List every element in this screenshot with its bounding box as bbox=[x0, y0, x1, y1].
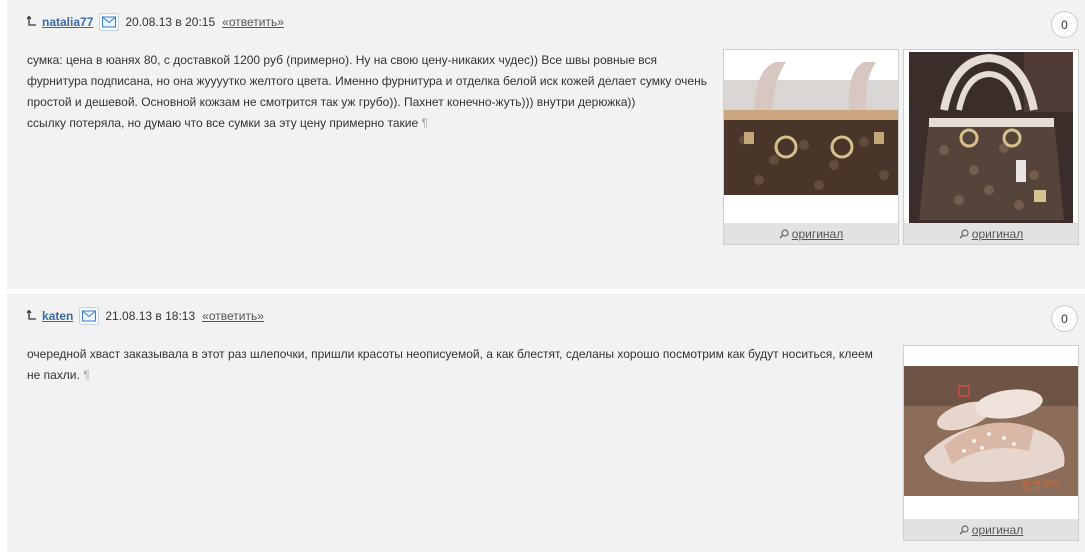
photo-timestamp: 20.08.2013 13:57 bbox=[1022, 480, 1059, 494]
mail-icon[interactable] bbox=[99, 13, 120, 31]
comment-date: 20.08.13 в 20:15 bbox=[125, 15, 216, 29]
text-line: не пахли. ¶ bbox=[27, 368, 90, 382]
comment-header: katen 21.08.13 в 18:13 «ответить» bbox=[27, 306, 264, 326]
reply-arrow-icon bbox=[27, 16, 36, 26]
image-thumbnail[interactable]: оригинал bbox=[903, 49, 1079, 245]
text-line: очередной хваст заказывала в этот раз шл… bbox=[27, 347, 873, 361]
pilcrow: ¶ bbox=[421, 116, 428, 130]
sandals-photo[interactable]: 20.08.2013 13:57 bbox=[904, 346, 1078, 519]
reply-link[interactable]: «ответить» bbox=[222, 15, 284, 29]
mail-icon[interactable] bbox=[79, 307, 100, 325]
username-link[interactable]: katen bbox=[42, 309, 73, 323]
original-link[interactable]: оригинал bbox=[904, 519, 1078, 540]
score-badge[interactable]: 0 bbox=[1051, 11, 1078, 38]
username-link[interactable]: natalia77 bbox=[42, 15, 93, 29]
comment-header: natalia77 20.08.13 в 20:15 «ответить» bbox=[27, 12, 284, 32]
original-link[interactable]: оригинал bbox=[904, 223, 1078, 244]
pilcrow: ¶ bbox=[83, 368, 90, 382]
comment-text: очередной хваст заказывала в этот раз шл… bbox=[27, 344, 902, 386]
reply-arrow-icon bbox=[27, 310, 36, 320]
original-link[interactable]: оригинал bbox=[724, 223, 898, 244]
handbag-full-photo[interactable] bbox=[904, 50, 1078, 223]
comment-text: сумка: цена в юанях 80, с доставкой 1200… bbox=[27, 50, 717, 134]
original-label[interactable]: оригинал bbox=[792, 227, 843, 241]
image-thumbnail[interactable]: оригинал bbox=[723, 49, 899, 245]
magnifier-icon bbox=[959, 524, 969, 534]
text-line: сумка: цена в юанях 80, с доставкой 1200… bbox=[27, 53, 658, 67]
text-line: простой и дешевой. Основной кожзам не см… bbox=[27, 95, 636, 109]
handbag-closeup-photo[interactable] bbox=[724, 50, 898, 223]
magnifier-icon bbox=[959, 228, 969, 238]
image-thumbnail[interactable]: 20.08.2013 13:57 оригинал bbox=[903, 345, 1079, 541]
text-line: фурнитура подписана, но она жуууутко жел… bbox=[27, 74, 707, 88]
comment: natalia77 20.08.13 в 20:15 «ответить» 0 … bbox=[7, 0, 1085, 289]
magnifier-icon bbox=[779, 228, 789, 238]
text-line: ссылку потеряла, но думаю что все сумки … bbox=[27, 116, 428, 130]
score-badge[interactable]: 0 bbox=[1051, 305, 1078, 332]
comment: katen 21.08.13 в 18:13 «ответить» 0 очер… bbox=[7, 294, 1085, 552]
original-label[interactable]: оригинал bbox=[972, 523, 1023, 537]
comment-date: 21.08.13 в 18:13 bbox=[105, 309, 196, 323]
reply-link[interactable]: «ответить» bbox=[202, 309, 264, 323]
original-label[interactable]: оригинал bbox=[972, 227, 1023, 241]
